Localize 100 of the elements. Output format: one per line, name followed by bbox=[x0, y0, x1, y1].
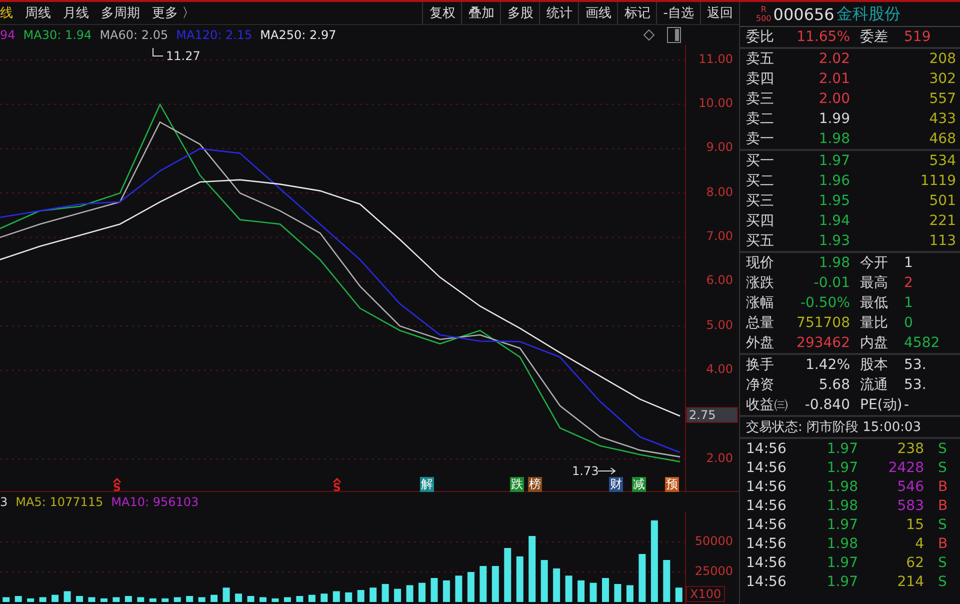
tick-volume: 2428 bbox=[887, 460, 924, 476]
bid-price: 1.94 bbox=[818, 213, 850, 229]
field-value: - bbox=[903, 397, 910, 413]
volume-bar bbox=[76, 596, 83, 602]
ma-legend-item: MA30: 1.94 bbox=[23, 28, 92, 42]
volume-bar bbox=[100, 598, 108, 602]
tick-side: S bbox=[937, 574, 948, 590]
tick-side: S bbox=[937, 554, 948, 570]
ask-label: 卖二 bbox=[746, 110, 775, 128]
tick-price: 1.98 bbox=[826, 536, 858, 552]
volume-bar bbox=[528, 536, 536, 602]
field-label: 涨跌 bbox=[746, 274, 775, 292]
event-marker[interactable]: 减 bbox=[632, 476, 646, 492]
ask-label: 卖四 bbox=[746, 70, 775, 88]
tick-time: 14:56 bbox=[746, 574, 788, 590]
volume-bar bbox=[149, 598, 156, 602]
field-value: 11.65% bbox=[796, 29, 850, 45]
bid-volume: 501 bbox=[928, 193, 957, 209]
tick-side: B bbox=[937, 536, 949, 552]
volume-bar bbox=[88, 596, 96, 602]
volume-bar bbox=[565, 575, 572, 602]
event-marker[interactable]: 财 bbox=[609, 476, 623, 492]
event-marker[interactable]: 跌 bbox=[510, 476, 524, 492]
volume-bar bbox=[27, 598, 34, 602]
field-value: -0.840 bbox=[804, 397, 850, 413]
bid-price: 1.95 bbox=[818, 193, 850, 209]
field-value: 751708 bbox=[796, 315, 850, 331]
volume-bar bbox=[14, 596, 22, 602]
tick-side: B bbox=[937, 478, 949, 494]
axis-label: 25000 bbox=[694, 564, 733, 578]
volume-bar bbox=[467, 572, 474, 602]
price-tag: 2.75 bbox=[686, 406, 738, 423]
tick-time: 14:56 bbox=[746, 536, 788, 552]
volume-bar bbox=[442, 580, 450, 602]
ask-volume: 208 bbox=[928, 51, 957, 67]
stock-name: 金科股份 bbox=[836, 4, 900, 24]
event-marker[interactable]: 榜 bbox=[528, 476, 542, 492]
volume-bar bbox=[345, 592, 352, 602]
tick-price: 1.97 bbox=[826, 554, 858, 570]
period-tab[interactable]: 多周期 bbox=[101, 4, 140, 22]
period-tab[interactable]: 周线 bbox=[25, 4, 51, 22]
volume-bar bbox=[540, 560, 548, 602]
volume-bar bbox=[418, 582, 426, 602]
tick-time: 14:56 bbox=[746, 440, 788, 456]
field-label: 委差 bbox=[859, 28, 889, 46]
volume-bar bbox=[553, 568, 560, 602]
bid-volume: 113 bbox=[928, 233, 957, 249]
period-tab[interactable]: 月线 bbox=[63, 4, 89, 22]
tick-price: 1.98 bbox=[826, 498, 858, 514]
period-tab[interactable]: 更多 〉 bbox=[152, 4, 196, 22]
tick-price: 1.97 bbox=[826, 440, 858, 456]
event-marker[interactable]: 解 bbox=[420, 476, 434, 492]
volume-bar bbox=[320, 593, 328, 602]
ask-price: 2.01 bbox=[818, 71, 850, 87]
axis-label: 4.00 bbox=[706, 362, 733, 376]
volume-bar bbox=[174, 596, 181, 602]
volume-legend-item: MA5: 1077115 bbox=[16, 494, 104, 509]
tick-time: 14:56 bbox=[746, 516, 788, 532]
axis-label: 10.00 bbox=[698, 96, 733, 110]
field-label: 总量 bbox=[746, 314, 775, 332]
period-tab[interactable]: 线 bbox=[0, 4, 13, 22]
axis-label: 5.00 bbox=[706, 318, 733, 332]
volume-bar bbox=[675, 587, 682, 602]
tick-side: S bbox=[937, 440, 948, 456]
field-label: 现价 bbox=[746, 254, 775, 272]
bid-label: 买一 bbox=[746, 152, 775, 170]
field-label: 最低 bbox=[859, 294, 889, 312]
event-marker[interactable]: S bbox=[333, 482, 341, 493]
volume-bar bbox=[406, 584, 414, 602]
axis-label: 9.00 bbox=[706, 140, 733, 154]
field-label: 净资 bbox=[746, 376, 775, 394]
volume-bar bbox=[186, 596, 194, 602]
event-marker[interactable]: 预 bbox=[665, 476, 679, 492]
axis-label: 2.00 bbox=[706, 450, 733, 465]
bid-volume: 1119 bbox=[919, 173, 957, 189]
tick-side: B bbox=[937, 498, 949, 514]
arrow-icon bbox=[598, 467, 616, 474]
tick-price: 1.97 bbox=[826, 574, 858, 590]
volume-bar bbox=[480, 566, 487, 602]
caret-icon bbox=[333, 478, 341, 483]
caret-icon bbox=[113, 478, 121, 483]
volume-bar bbox=[504, 548, 512, 602]
tick-volume: 62 bbox=[905, 554, 924, 570]
diamond-icon[interactable] bbox=[643, 28, 655, 41]
volume-bar bbox=[137, 596, 144, 602]
volume-bar bbox=[308, 594, 316, 602]
tick-price: 1.98 bbox=[826, 478, 858, 494]
event-marker[interactable]: S bbox=[113, 482, 121, 493]
tick-side: S bbox=[937, 516, 948, 532]
tick-volume: 214 bbox=[896, 574, 924, 590]
volume-bar bbox=[663, 560, 670, 602]
axis-label: 6.00 bbox=[706, 273, 733, 288]
ask-price: 2.02 bbox=[818, 51, 850, 67]
unit-label: X100 bbox=[686, 586, 726, 602]
bid-price: 1.96 bbox=[818, 173, 850, 189]
field-value: 293462 bbox=[796, 335, 850, 351]
volume-bar bbox=[284, 596, 291, 602]
panel-toggle-icon[interactable] bbox=[667, 26, 681, 43]
volume-bar bbox=[162, 598, 169, 602]
ask-volume: 557 bbox=[928, 91, 957, 107]
